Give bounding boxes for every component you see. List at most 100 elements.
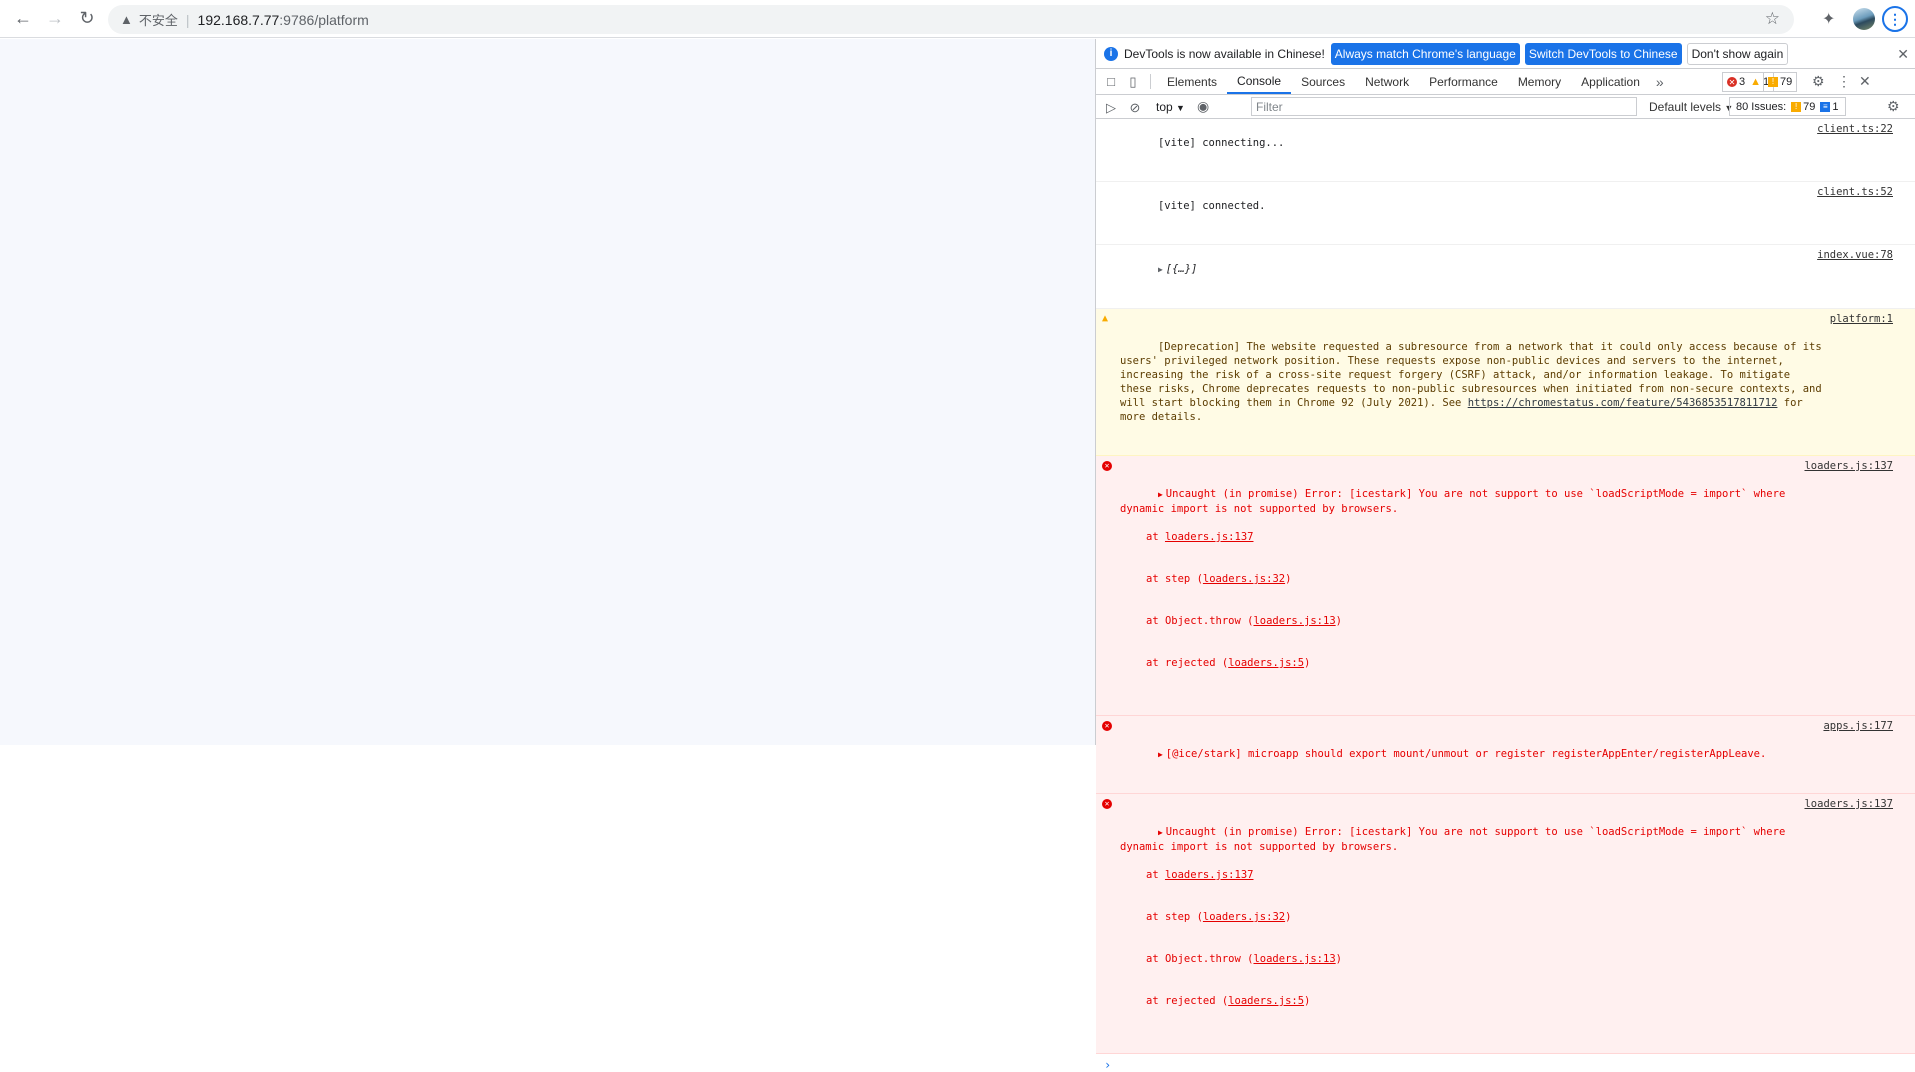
stack-frame: at Object.throw (loaders.js:13) [1146,953,1342,965]
dont-show-again-button[interactable]: Don't show again [1686,42,1789,65]
tab-elements[interactable]: Elements [1157,69,1227,94]
levels-label: Default levels [1649,100,1722,114]
divider [1150,74,1151,89]
message-text: [{…}] [1165,263,1198,275]
error-icon: ✕ [1102,461,1112,471]
console-message[interactable]: ▶ [{…}] index.vue:78 [1096,245,1915,309]
source-link[interactable]: index.vue:78 [1817,248,1893,262]
warning-icon: ▲ [120,12,133,27]
dropdown-arrow-icon: ▼ [1176,103,1185,113]
more-options-icon[interactable]: ⋮ [1837,73,1851,90]
stack-frame: at loaders.js:137 [1146,531,1254,543]
context-selector[interactable]: top ▼ [1156,100,1185,114]
infobar-message: DevTools is now available in Chinese! [1124,46,1325,61]
issues-button[interactable]: 80 Issues: ! 79 ≡ 1 [1729,97,1846,116]
address-bar[interactable]: ▲ 不安全 | 192.168.7.77:9786/platform ☆ [108,5,1794,34]
issues-label: 80 Issues: [1736,100,1787,113]
message-text: [vite] connected. [1157,200,1266,212]
issues-counter[interactable]: ! 79 [1763,72,1798,92]
issues-info-count: 1 [1832,100,1839,113]
expand-triangle-icon[interactable]: ▶ [1158,265,1163,274]
tab-application[interactable]: Application [1571,69,1650,94]
message-text: [vite] connecting... [1157,137,1285,149]
source-link[interactable]: client.ts:52 [1817,185,1893,199]
devtools-panel: i DevTools is now available in Chinese! … [1095,39,1915,1072]
expand-triangle-icon[interactable]: ▶ [1158,750,1163,759]
issue-info-icon: ≡ [1820,101,1831,112]
console-settings-gear-icon[interactable]: ⚙ [1887,98,1900,115]
extensions-puzzle-icon[interactable]: ✦ [1822,9,1835,29]
console-error: ✕ ▶ Uncaught (in promise) Error: [icestar… [1096,794,1915,1054]
reload-icon[interactable]: ↻ [72,4,102,34]
log-levels-dropdown[interactable]: Default levels ▼ [1649,100,1733,114]
insecure-label: 不安全 [138,13,178,28]
issues-warn-count: 79 [1803,100,1816,113]
url-path: :9786/platform [279,11,369,28]
url-separator: | [185,11,190,28]
inspect-element-icon[interactable]: □ [1100,69,1122,94]
back-arrow-icon[interactable]: ← [8,4,38,34]
console-error: ✕ ▶ [@ice/stark] microapp should export m… [1096,716,1915,794]
stack-frame: at step (loaders.js:32) [1146,911,1292,923]
bookmark-star-icon[interactable]: ☆ [1765,9,1780,29]
message-text: Uncaught (in promise) Error: [icestark] … [1120,488,1792,515]
tab-console[interactable]: Console [1227,69,1292,94]
stack-link[interactable]: loaders.js:5 [1228,995,1304,1007]
console-message: [vite] connecting... client.ts:22 [1096,119,1915,182]
tab-sources[interactable]: Sources [1291,69,1355,94]
settings-gear-icon[interactable]: ⚙ [1812,73,1825,90]
tab-memory[interactable]: Memory [1508,69,1571,94]
clear-console-icon[interactable]: ⊘ [1124,100,1146,116]
eye-icon[interactable]: ◉ [1197,98,1209,115]
profile-avatar[interactable] [1853,8,1875,30]
device-toolbar-icon[interactable]: ▯ [1122,69,1144,94]
source-link[interactable]: client.ts:22 [1817,122,1893,136]
message-link[interactable]: https://chromestatus.com/feature/5436853… [1468,397,1778,409]
message-text: Uncaught (in promise) Error: [icestark] … [1120,826,1792,853]
context-label: top [1156,100,1173,114]
warning-icon: ▲ [1750,76,1762,88]
source-link[interactable]: loaders.js:137 [1804,797,1893,811]
issue-icon: ! [1768,77,1778,87]
filter-placeholder: Filter [1256,99,1283,114]
stack-link[interactable]: loaders.js:13 [1253,953,1335,965]
console-prompt[interactable]: › [1096,1054,1915,1072]
stack-link[interactable]: loaders.js:13 [1253,615,1335,627]
stack-frame: at step (loaders.js:32) [1146,573,1292,585]
language-infobar: i DevTools is now available in Chinese! … [1096,39,1915,69]
always-match-language-button[interactable]: Always match Chrome's language [1330,42,1520,65]
forward-arrow-icon[interactable]: → [40,4,70,34]
console-log: [vite] connecting... client.ts:22 [vite]… [1096,119,1915,1072]
tab-performance[interactable]: Performance [1419,69,1508,94]
page-viewport [0,39,1095,745]
error-icon: ✕ [1102,721,1112,731]
more-tabs-icon[interactable]: » [1650,69,1670,94]
stack-frame: at loaders.js:137 [1146,869,1254,881]
source-link[interactable]: apps.js:177 [1823,719,1893,733]
error-count: 3 [1739,76,1746,88]
error-icon: ✕ [1727,77,1737,87]
expand-triangle-icon[interactable]: ▶ [1158,828,1163,837]
stack-link[interactable]: loaders.js:137 [1165,531,1254,543]
stack-frame: at rejected (loaders.js:5) [1146,657,1311,669]
console-message: [vite] connected. client.ts:52 [1096,182,1915,245]
issue-warning-icon: ! [1791,101,1802,112]
source-link[interactable]: platform:1 [1830,312,1893,326]
message-text: [@ice/stark] microapp should export moun… [1165,748,1767,760]
filter-input[interactable]: Filter [1251,97,1637,116]
close-devtools-icon[interactable]: ✕ [1859,73,1871,90]
switch-to-chinese-button[interactable]: Switch DevTools to Chinese [1524,42,1682,65]
stack-link[interactable]: loaders.js:32 [1203,573,1285,585]
sidebar-toggle-icon[interactable]: ▷ [1100,100,1122,116]
source-link[interactable]: loaders.js:137 [1804,459,1893,473]
stack-link[interactable]: loaders.js:137 [1165,869,1254,881]
close-icon[interactable]: ✕ [1897,46,1909,63]
tab-network[interactable]: Network [1355,69,1419,94]
stack-link[interactable]: loaders.js:32 [1203,911,1285,923]
expand-triangle-icon[interactable]: ▶ [1158,490,1163,499]
stack-frame: at Object.throw (loaders.js:13) [1146,615,1342,627]
chrome-menu-icon[interactable]: ⋮ [1882,6,1908,32]
prompt-chevron-icon: › [1104,1058,1112,1072]
stack-link[interactable]: loaders.js:5 [1228,657,1304,669]
info-icon: i [1104,46,1118,61]
